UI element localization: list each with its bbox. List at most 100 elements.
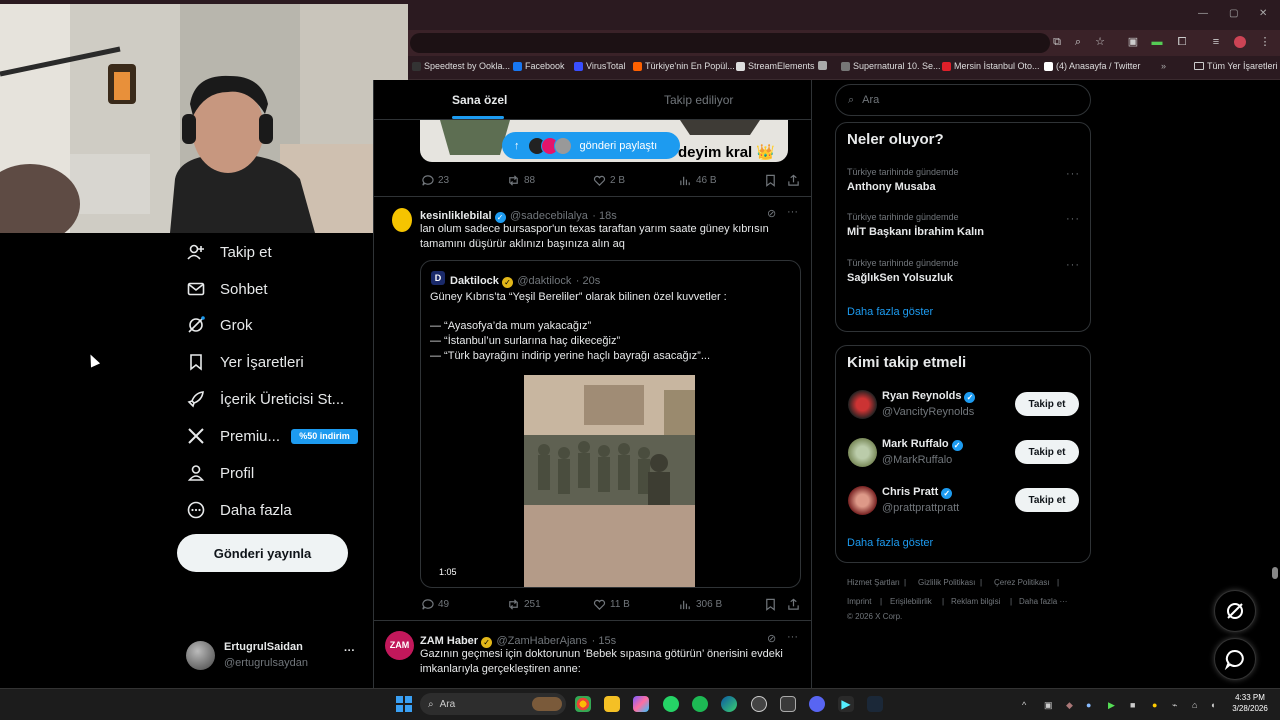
footer-link[interactable]: Hizmet Şartları [847, 578, 900, 587]
nav-item-7[interactable]: Daha fazla [186, 497, 292, 523]
trend-name[interactable]: Anthony Musaba [847, 181, 936, 193]
avatar[interactable] [848, 486, 877, 515]
star-icon[interactable]: ☆ [1094, 36, 1106, 48]
views-button[interactable]: 46 B [679, 174, 717, 187]
share-button[interactable] [787, 598, 800, 611]
repost-button[interactable]: 251 [507, 598, 541, 611]
quote-author-name[interactable]: Daktilock [450, 275, 499, 287]
follow-button[interactable]: Takip et [1015, 488, 1079, 512]
trend-more-icon[interactable]: ··· [1066, 168, 1080, 180]
tray-app-icon[interactable]: ◆ [1066, 700, 1073, 711]
avatar[interactable] [392, 208, 412, 232]
bookmark-item[interactable]: Mersin İstanbul Oto... [942, 61, 1040, 71]
extension-green-icon[interactable]: ▬ [1151, 36, 1163, 48]
repost-button[interactable]: 88 [507, 174, 535, 187]
nav-item-2[interactable]: Grok [186, 312, 253, 338]
more-options-icon[interactable]: ··· [787, 206, 798, 218]
nav-item-6[interactable]: Profil [186, 460, 254, 486]
messages-fab-icon[interactable] [1214, 638, 1256, 680]
nav-item-0[interactable]: Takip et [186, 239, 272, 265]
reply-button[interactable]: 23 [421, 174, 449, 187]
tab-for-you[interactable]: Sana özel [452, 93, 507, 107]
bookmark-item[interactable]: Facebook [513, 61, 565, 71]
whatsapp-taskbar-icon[interactable] [663, 696, 679, 712]
like-button[interactable]: 2 B [593, 174, 625, 187]
grok-fab-icon[interactable] [1214, 590, 1256, 632]
footer-link[interactable]: Reklam bilgisi [951, 597, 1000, 606]
steam-taskbar-icon[interactable] [867, 696, 883, 712]
tab-following[interactable]: Takip ediliyor [664, 93, 733, 107]
taskbar-search[interactable]: ⌕ Ara [420, 693, 566, 715]
tray-steam-icon[interactable]: ● [1086, 700, 1091, 710]
menu-icon[interactable]: ⋮ [1259, 36, 1271, 48]
footer-link[interactable]: Gizlilik Politikası [918, 578, 975, 587]
follow-button[interactable]: Takip et [1015, 392, 1079, 416]
avatar[interactable] [848, 390, 877, 419]
avatar[interactable] [848, 438, 877, 467]
media-player-taskbar-icon[interactable]: ▶ [838, 696, 854, 712]
footer-link[interactable]: Imprint [847, 597, 871, 606]
bookmark-item[interactable]: (4) Anasayfa / Twitter [1044, 61, 1140, 71]
bookmark-button[interactable] [764, 174, 777, 187]
bookmark-item[interactable]: Supernatural 10. Se... [841, 61, 941, 71]
suggested-account-name-row[interactable]: Ryan Reynolds ✓ [882, 390, 976, 403]
trend-name[interactable]: SağlıkSen Yolsuzluk [847, 272, 953, 284]
media-icon[interactable]: ≡ [1210, 36, 1222, 48]
who-to-follow-show-more-link[interactable]: Daha fazla göster [847, 537, 933, 549]
footer-link[interactable]: © 2026 X Corp. [847, 612, 902, 621]
close-window-icon[interactable]: ✕ [1259, 8, 1267, 19]
avatar[interactable]: ZAM [385, 631, 414, 660]
tray-app-icon[interactable]: ▶ [1108, 700, 1115, 711]
store-taskbar-icon[interactable] [780, 696, 796, 712]
file-explorer-taskbar-icon[interactable] [604, 696, 620, 712]
windows-start-icon[interactable] [396, 696, 412, 712]
tweet-time[interactable]: · 18s [592, 210, 616, 222]
bookmark-item[interactable]: Speedtest by Ookla... [412, 61, 510, 71]
zoom-icon[interactable]: ⌕ [1072, 36, 1084, 48]
video-player[interactable] [524, 375, 695, 587]
taskbar-clock[interactable]: 4:33 PM 3/28/2026 [1226, 692, 1274, 714]
trend-name[interactable]: MİT Başkanı İbrahim Kalın [847, 226, 984, 238]
tray-app-icon[interactable]: ▣ [1044, 700, 1053, 711]
like-button[interactable]: 11 B [593, 598, 630, 611]
bookmark-item[interactable]: Türkiye'nin En Popül... [633, 61, 735, 71]
premium-discount-badge[interactable]: %50 indirim [291, 429, 358, 444]
clock-app-taskbar-icon[interactable] [751, 696, 767, 712]
tray-chrome-icon[interactable]: ● [1152, 700, 1157, 710]
bookmark-item[interactable]: StreamElements [736, 61, 815, 71]
bookmark-button[interactable] [764, 598, 777, 611]
tweet-author-name[interactable]: kesinliklebilal [420, 210, 492, 222]
copilot-taskbar-icon[interactable] [633, 696, 649, 712]
avatar[interactable] [186, 641, 215, 670]
search-input[interactable]: ⌕ Ara [835, 84, 1091, 116]
bookmark-item[interactable]: VirusTotal [574, 61, 625, 71]
nav-item-5[interactable]: Premiu... [186, 423, 280, 449]
page-scrollbar[interactable] [1272, 567, 1278, 579]
quote-time[interactable]: · 20s [576, 275, 600, 287]
all-bookmarks[interactable]: Tüm Yer İşaretleri [1194, 61, 1278, 71]
grok-icon[interactable]: ⊘ [767, 632, 776, 645]
footer-link[interactable]: Daha fazla ··· [1019, 597, 1067, 606]
spotify-taskbar-icon[interactable] [692, 696, 708, 712]
discord-taskbar-icon[interactable] [809, 696, 825, 712]
extension-icon[interactable]: ▣ [1127, 36, 1139, 48]
profile-icon[interactable] [1234, 36, 1246, 48]
edge-taskbar-icon[interactable] [721, 696, 737, 712]
tweet-author-handle[interactable]: @ZamHaberAjans [497, 635, 588, 647]
new-posts-pill[interactable]: ↑ gönderi paylaştı [502, 132, 680, 159]
usb-icon[interactable]: ⌁ [1172, 700, 1177, 711]
nav-item-3[interactable]: Yer İşaretleri [186, 349, 304, 375]
tray-overflow-icon[interactable]: ^ [1022, 700, 1026, 710]
tweet-time[interactable]: · 15s [592, 635, 616, 647]
minimize-icon[interactable]: — [1198, 8, 1208, 19]
nav-item-1[interactable]: Sohbet [186, 276, 268, 302]
maximize-icon[interactable]: ▢ [1229, 8, 1238, 19]
address-bar[interactable] [410, 33, 1050, 53]
bookmarks-overflow-icon[interactable]: » [1161, 61, 1166, 71]
network-icon[interactable]: ⌂ [1192, 700, 1197, 710]
chrome-taskbar-icon[interactable] [575, 696, 591, 712]
trends-show-more-link[interactable]: Daha fazla göster [847, 306, 933, 318]
quote-author-handle[interactable]: @daktilock [517, 275, 571, 287]
puzzle-icon[interactable]: ⧠ [1176, 36, 1188, 48]
more-options-icon[interactable]: ··· [787, 631, 798, 643]
